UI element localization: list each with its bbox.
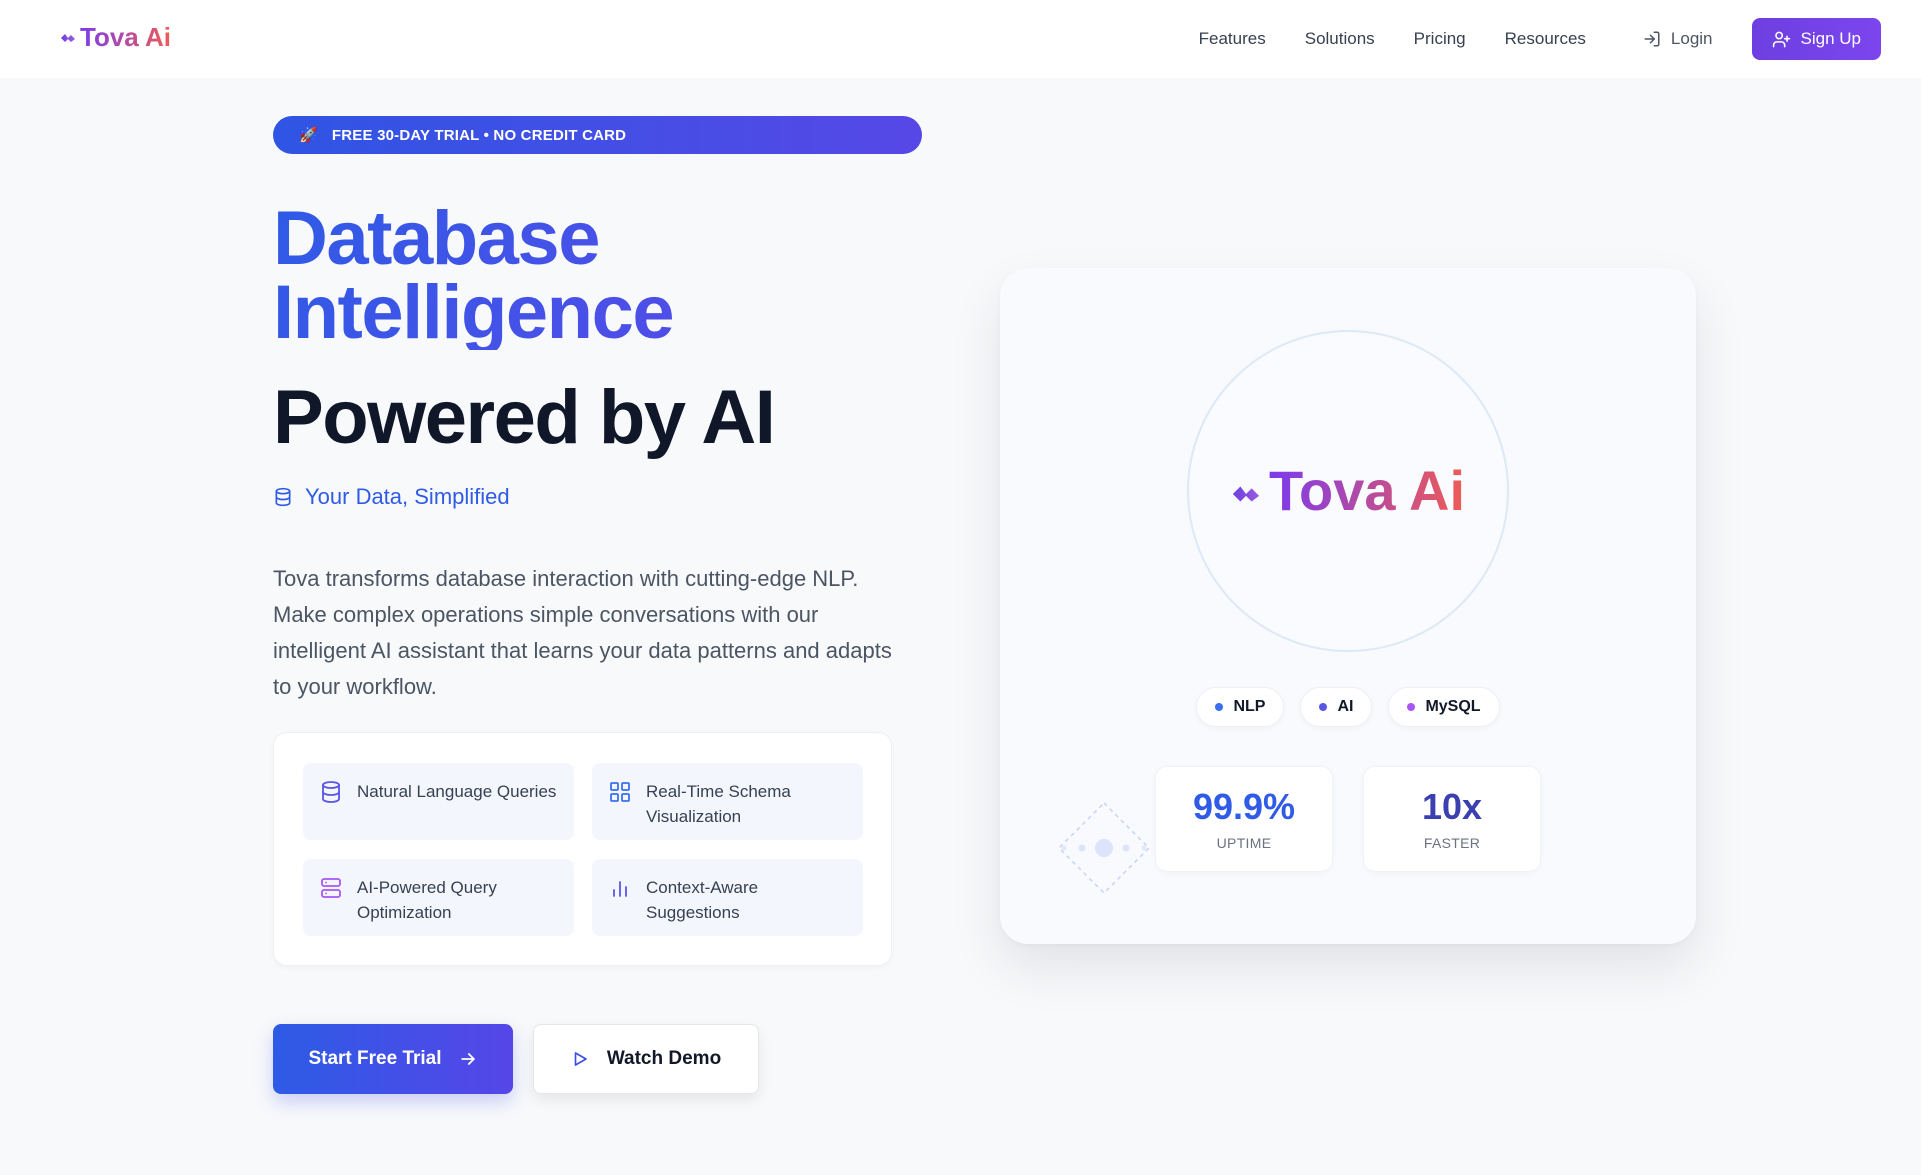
stat-label: FASTER [1423,835,1481,851]
nav-resources[interactable]: Resources [1505,29,1586,49]
stat-faster: 10x FASTER [1363,766,1541,872]
status-dot [1215,703,1224,711]
start-free-trial-label: Start Free Trial [308,1048,442,1069]
stat-uptime: 99.9% UPTIME [1155,766,1333,872]
chip-nlp: NLP [1196,687,1285,727]
trial-badge-text: FREE 30-DAY TRIAL • NO CREDIT CARD [331,126,627,144]
stat-label: UPTIME [1216,835,1272,851]
play-icon [574,1052,587,1066]
nav-features[interactable]: Features [1199,29,1266,49]
nav-pricing[interactable]: Pricing [1414,29,1466,49]
feature-label: AI-Powered Query Optimization [357,878,497,922]
user-plus-icon [1772,31,1790,47]
feature-item: AI-Powered Query Optimization [303,859,574,936]
feature-label: Natural Language Queries [357,782,557,801]
chip-label: NLP [1233,698,1266,715]
top-navbar: Tova Ai Features Solutions Pricing Resou… [0,0,1921,78]
logo-mark-icon [1232,486,1260,501]
brand-name: Tova Ai [80,22,172,52]
watch-demo-button[interactable]: Watch Demo [533,1024,759,1094]
decorative-diamond-icon [1057,801,1151,895]
chip-label: MySQL [1425,698,1481,715]
trial-badge: 🚀 FREE 30-DAY TRIAL • NO CREDIT CARD [273,116,922,154]
signup-label: Sign Up [1800,29,1861,48]
bar-chart-icon [613,881,627,897]
hero-title-line-2: Intelligence [273,270,674,355]
stat-value: 99.9% [1192,786,1296,827]
tech-chips: NLP AI MySQL [1000,687,1696,727]
hero-title-gradient: Database Intelligence [273,202,873,350]
chip-label: AI [1337,698,1354,715]
chip-ai: AI [1300,687,1373,727]
database-icon [275,487,291,507]
rocket-icon: 🚀 [299,127,318,144]
main-nav: Features Solutions Pricing Resources Log… [1199,18,1881,60]
arrow-right-icon [460,1053,475,1065]
tagline: Your Data, Simplified [273,484,510,510]
logo-mark-icon [61,33,75,42]
server-icon [321,878,341,898]
feature-label: Context-Aware Suggestions [646,878,759,922]
hero-description: Tova transforms database interaction wit… [273,566,892,699]
tagline-text: Your Data, Simplified [305,484,510,509]
nav-solutions[interactable]: Solutions [1305,29,1375,49]
chip-mysql: MySQL [1388,687,1500,727]
status-dot [1407,703,1416,711]
hero-title-line-3: Powered by AI [273,375,776,460]
brand-logo[interactable]: Tova Ai [60,22,171,53]
panel-logo: Tova Ai [1000,458,1696,523]
feature-item: Context-Aware Suggestions [592,859,863,936]
feature-item: Real-Time Schema Visualization [592,763,863,840]
hero-illustration-card: Tova Ai NLP AI MySQL 99.9% UPTIME 10x FA… [1000,268,1696,944]
login-link[interactable]: Login [1643,29,1713,49]
signup-button[interactable]: Sign Up [1751,18,1881,60]
feature-label: Real-Time Schema Visualization [646,782,791,826]
status-dot [1319,703,1328,711]
database-icon [322,781,340,803]
hero-title-line-1: Database [273,196,599,281]
feature-item: Natural Language Queries [303,763,574,840]
watch-demo-label: Watch Demo [606,1048,722,1069]
stat-value: 10x [1421,786,1483,827]
grid-icon [610,782,630,802]
login-icon [1644,31,1660,47]
start-free-trial-button[interactable]: Start Free Trial [273,1024,513,1094]
features-card: Natural Language Queries Real-Time Schem… [273,732,892,966]
panel-logo-text: Tova Ai [1268,459,1466,522]
login-label: Login [1670,29,1713,48]
